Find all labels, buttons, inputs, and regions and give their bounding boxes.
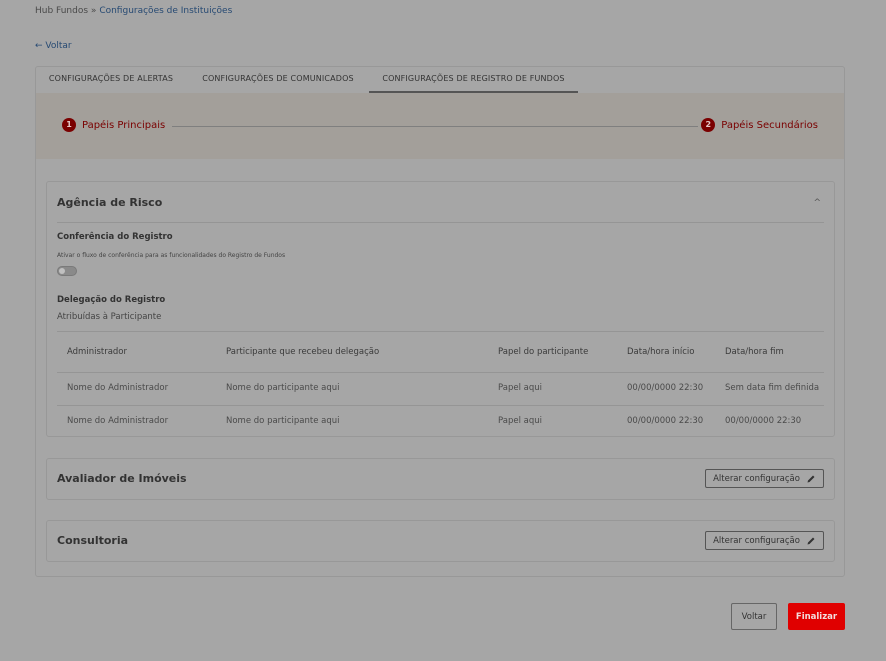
pencil-icon [807,537,815,544]
section-title: Agência de Risco [57,196,163,209]
col-header-fim: Data/hora fim [725,347,784,357]
back-link[interactable]: ← Voltar [35,41,72,51]
breadcrumb-separator: » [90,6,97,16]
tab-bar: CONFIGURAÇÕES DE ALERTAS CONFIGURAÇÕES D… [36,67,844,93]
breadcrumb-root[interactable]: Hub Fundos [35,6,88,16]
chevron-up-icon[interactable]: ^ [813,198,821,208]
arrow-left-icon: ← [35,41,43,51]
col-header-administrador: Administrador [67,347,128,357]
section-avaliador-imoveis: Avaliador de Imóveis Alterar configuraçã… [46,458,835,500]
button-label: Alterar configuração [713,473,800,484]
stepper: 1 Papéis Principais 2 Papéis Secundários [36,93,844,159]
delegacao-subtitle: Atribuídas à Participante [57,312,162,322]
tab-registro-fundos[interactable]: CONFIGURAÇÕES DE REGISTRO DE FUNDOS [369,67,578,93]
section-consultoria: Consultoria Alterar configuração [46,520,835,562]
pencil-icon [807,475,815,482]
back-link-label: Voltar [45,41,72,51]
col-header-inicio: Data/hora início [627,347,695,357]
step-papeis-principais[interactable]: 1 Papéis Principais [62,118,165,132]
stepper-connector [172,126,698,127]
tab-alertas[interactable]: CONFIGURAÇÕES DE ALERTAS [46,67,176,93]
section-title: Avaliador de Imóveis [57,472,187,485]
delegacao-title: Delegação do Registro [57,295,166,305]
divider [57,372,824,373]
toggle-knob [59,268,65,274]
cell-participante: Nome do participante aqui [226,383,340,393]
step-label: Papéis Secundários [721,119,818,131]
finalizar-button[interactable]: Finalizar [788,603,845,630]
cell-administrador: Nome do Administrador [67,383,169,393]
col-header-participante: Participante que recebeu delegação [226,347,380,357]
alterar-configuracao-button[interactable]: Alterar configuração [705,469,824,488]
tab-comunicados[interactable]: CONFIGURAÇÕES DE COMUNICADOS [199,67,357,93]
divider [57,222,824,223]
conferencia-toggle[interactable] [57,266,77,276]
col-header-papel: Papel do participante [498,347,589,357]
cell-administrador: Nome do Administrador [67,416,169,426]
breadcrumb-current[interactable]: Configurações de Instituições [99,6,232,16]
conferencia-description: Ativar o fluxo de conferência para as fu… [57,252,286,259]
cell-participante: Nome do participante aqui [226,416,340,426]
conferencia-title: Conferência do Registro [57,232,173,242]
settings-card: CONFIGURAÇÕES DE ALERTAS CONFIGURAÇÕES D… [35,66,845,577]
section-title: Consultoria [57,534,129,547]
step-papeis-secundarios[interactable]: 2 Papéis Secundários [701,118,818,132]
divider [57,405,824,406]
breadcrumb: Hub Fundos » Configurações de Instituiçõ… [35,6,232,16]
cell-papel: Papel aqui [498,416,542,426]
cell-inicio: 00/00/0000 22:30 [627,383,704,393]
cell-papel: Papel aqui [498,383,542,393]
divider [57,331,824,332]
button-label: Alterar configuração [713,535,800,546]
step-label: Papéis Principais [82,119,166,131]
section-agencia-risco: Agência de Risco ^ Conferência do Regist… [46,181,835,437]
voltar-button[interactable]: Voltar [731,603,777,630]
step-number: 2 [701,118,716,132]
cell-fim: 00/00/0000 22:30 [725,416,802,426]
cell-inicio: 00/00/0000 22:30 [627,416,704,426]
step-number: 1 [62,118,76,132]
cell-fim: Sem data fim definida [725,383,820,393]
alterar-configuracao-button[interactable]: Alterar configuração [705,531,824,550]
